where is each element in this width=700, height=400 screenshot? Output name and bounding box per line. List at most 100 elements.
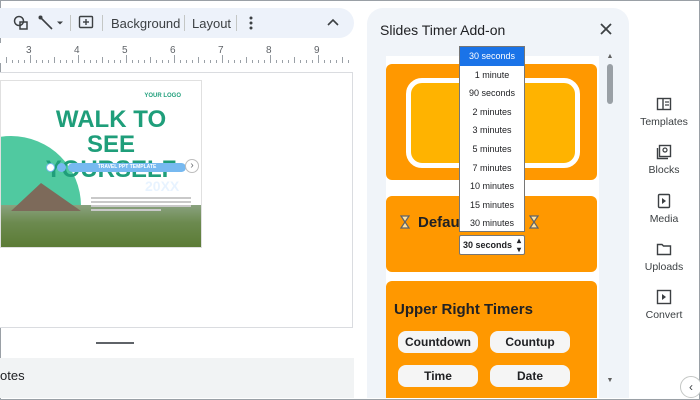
ruler-tick [294,57,295,63]
slide-mountain-shape [11,183,81,211]
ruler-tick [264,60,265,63]
countup-button[interactable]: Countup [490,331,570,353]
toolbar-separator [70,15,71,31]
ruler-tick [240,60,241,63]
slide-year: 20XX [145,178,180,194]
duration-select-value: 30 seconds [463,240,513,250]
blocks-icon [656,144,672,160]
panel-scrollbar-thumb[interactable] [607,64,613,104]
rail-item-blocks[interactable]: Blocks [636,144,692,176]
ruler-tick [174,55,175,63]
duration-select[interactable]: 30 seconds ▴ ▾ [459,235,525,255]
duration-dropdown-list: 30 seconds 1 minute 90 seconds 2 minutes… [459,46,525,232]
add-comment-icon[interactable] [77,14,95,32]
ruler-tick [66,60,67,63]
ruler-tick [90,60,91,63]
ruler-tick [186,60,187,63]
scroll-down-arrow-icon[interactable]: ▼ [605,377,615,384]
more-options-icon[interactable] [242,14,260,32]
rail-item-label: Templates [640,116,688,128]
ruler-tick [18,60,19,63]
slide-thumbnail[interactable]: YOUR LOGO WALK TO SEE YOURSELF TRAVEL PP… [0,80,202,248]
close-icon[interactable] [597,20,615,38]
time-button[interactable]: Time [398,365,478,387]
ruler-tick [330,60,331,63]
ruler-tick [288,60,289,63]
ruler-tick [30,55,31,63]
shape-icon[interactable] [12,14,30,32]
ruler-tick [24,60,25,63]
ruler-tick [258,60,259,63]
ruler-tick [138,60,139,63]
background-button[interactable]: Background [111,16,180,31]
duration-option[interactable]: 90 seconds [460,84,524,103]
ruler-tick [156,60,157,63]
ruler-tick [342,57,343,63]
ruler-tick [6,57,7,63]
media-icon [656,193,672,209]
duration-option[interactable]: 5 minutes [460,140,524,159]
ruler-tick [72,60,73,63]
ruler-tick [132,60,133,63]
ruler-tick [48,60,49,63]
duration-option[interactable]: 2 minutes [460,103,524,122]
ruler-tick [318,55,319,63]
rail-item-media[interactable]: Media [636,193,692,225]
ruler-tick [234,60,235,63]
line-dropdown-chevron-icon[interactable] [55,14,65,32]
editor-toolbar: Background Layout [0,8,354,38]
slide-logo-text: YOUR LOGO [144,93,181,99]
line-icon[interactable] [37,14,55,32]
ruler-tick [180,60,181,63]
ruler-tick [12,60,13,63]
ruler-tick [54,57,55,63]
ruler-tick [270,55,271,63]
ruler-tick [282,60,283,63]
duration-option[interactable]: 3 minutes [460,121,524,140]
ruler-tick [144,60,145,63]
horizontal-ruler: 3 4 5 6 7 8 9 [0,43,354,63]
rail-item-label: Media [649,213,679,225]
ruler-tick [162,60,163,63]
ruler-tick [204,60,205,63]
ruler-tick [126,55,127,63]
collapse-toolbar-icon[interactable] [324,14,342,32]
rail-item-uploads[interactable]: Uploads [636,241,692,273]
chevron-left-icon[interactable]: ‹ [680,376,700,398]
countdown-button[interactable]: Countdown [398,331,478,353]
notes-resize-handle[interactable] [96,342,134,344]
scroll-up-arrow-icon[interactable]: ▲ [605,53,615,60]
ruler-tick [210,60,211,63]
date-button[interactable]: Date [490,365,570,387]
upper-right-timers-card: Upper Right Timers Countdown Countup Tim… [386,281,597,398]
duration-option[interactable]: 7 minutes [460,159,524,178]
hourglass-icon [399,215,411,229]
duration-option[interactable]: 1 minute [460,66,524,85]
ruler-tick [36,60,37,63]
upper-right-timers-heading: Upper Right Timers [394,301,533,318]
panel-title: Slides Timer Add-on [380,22,506,38]
rail-item-templates[interactable]: Templates [636,96,692,128]
convert-icon [656,289,672,305]
layout-button[interactable]: Layout [192,16,231,31]
duration-option[interactable]: 10 minutes [460,177,524,196]
slide-next-arrow-icon[interactable]: › [185,159,199,173]
duration-option[interactable]: 30 minutes [460,214,524,233]
speaker-notes-area[interactable]: otes [0,358,354,398]
slide-title-line: WALK TO SEE [55,106,167,158]
ruler-tick [114,60,115,63]
rail-item-convert[interactable]: Convert [636,289,692,321]
ruler-tick [228,60,229,63]
hourglass-icon [528,215,540,229]
ruler-tick [192,60,193,63]
ruler-tick [216,60,217,63]
ruler-tick [108,60,109,63]
slide-body-text [91,197,191,213]
ruler-tick [168,60,169,63]
slide-dot [57,163,66,172]
duration-option[interactable]: 15 minutes [460,196,524,215]
toolbar-separator [102,15,103,31]
ruler-tick [42,60,43,63]
duration-option[interactable]: 30 seconds [460,47,524,66]
notes-label: otes [0,368,25,383]
